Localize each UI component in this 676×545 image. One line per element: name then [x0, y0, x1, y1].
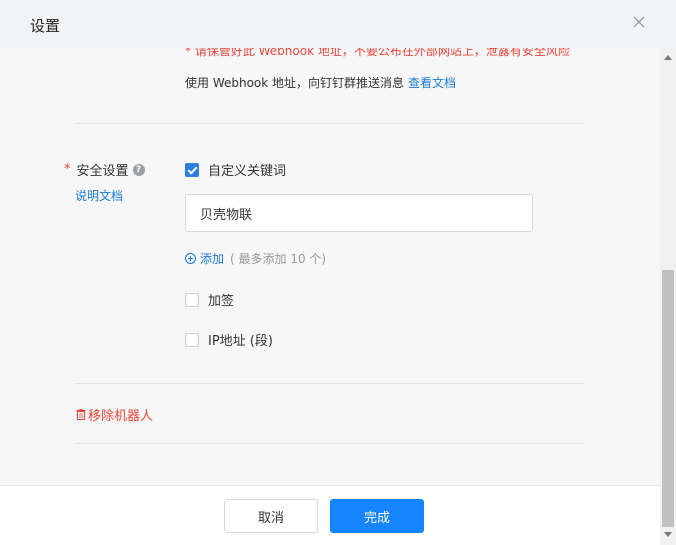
cancel-button[interactable]: 取消	[224, 499, 318, 533]
required-mark: *	[64, 162, 71, 177]
add-keyword-link[interactable]: 添加	[200, 250, 224, 267]
custom-keyword-label: 自定义关键词	[208, 160, 286, 179]
view-docs-link[interactable]: 查看文档	[408, 76, 456, 90]
webhook-info: 使用 Webhook 地址，向钉钉群推送消息查看文档	[185, 74, 456, 91]
sign-option[interactable]: 加签	[185, 290, 234, 309]
webhook-warning: * 请保管好此 Webhook 地址，不要公布在外部网站上，泄露有安全风险	[185, 48, 570, 59]
custom-keyword-option[interactable]: 自定义关键词	[185, 160, 286, 179]
sign-checkbox[interactable]	[185, 293, 199, 307]
help-icon[interactable]: ?	[133, 164, 145, 176]
add-limit-hint: ( 最多添加 10 个)	[230, 250, 326, 267]
security-settings-label: * 安全设置 ?	[64, 160, 145, 179]
divider	[75, 383, 584, 384]
security-label-text: 安全设置	[77, 160, 129, 179]
custom-keyword-checkbox[interactable]	[185, 163, 199, 177]
add-circle-icon[interactable]	[185, 253, 196, 264]
explanation-doc-link[interactable]: 说明文档	[75, 187, 123, 204]
webhook-info-text: 使用 Webhook 地址，向钉钉群推送消息	[185, 76, 404, 90]
remove-robot-button[interactable]: 移除机器人	[76, 405, 153, 424]
keyword-input[interactable]	[185, 194, 533, 232]
dialog-header: 设置	[0, 0, 676, 48]
trash-icon	[76, 409, 86, 420]
add-keyword-row: 添加 ( 最多添加 10 个)	[185, 250, 326, 267]
ip-label: IP地址 (段)	[208, 330, 273, 349]
sign-label: 加签	[208, 290, 234, 309]
divider	[75, 123, 584, 124]
dialog-title: 设置	[30, 15, 60, 36]
done-button[interactable]: 完成	[330, 499, 424, 533]
divider	[75, 443, 584, 444]
remove-robot-label: 移除机器人	[88, 405, 153, 424]
settings-dialog: 设置 * 请保管好此 Webhook 地址，不要公布在外部网站上，泄露有安全风险…	[0, 0, 676, 545]
dialog-body: * 请保管好此 Webhook 地址，不要公布在外部网站上，泄露有安全风险 使用…	[0, 48, 660, 485]
scrollbar-thumb[interactable]	[662, 270, 674, 527]
scroll-down-arrow-icon[interactable]	[664, 532, 672, 537]
ip-checkbox[interactable]	[185, 333, 199, 347]
ip-option[interactable]: IP地址 (段)	[185, 330, 273, 349]
close-icon[interactable]	[630, 13, 648, 31]
scroll-up-arrow-icon[interactable]	[664, 55, 672, 60]
